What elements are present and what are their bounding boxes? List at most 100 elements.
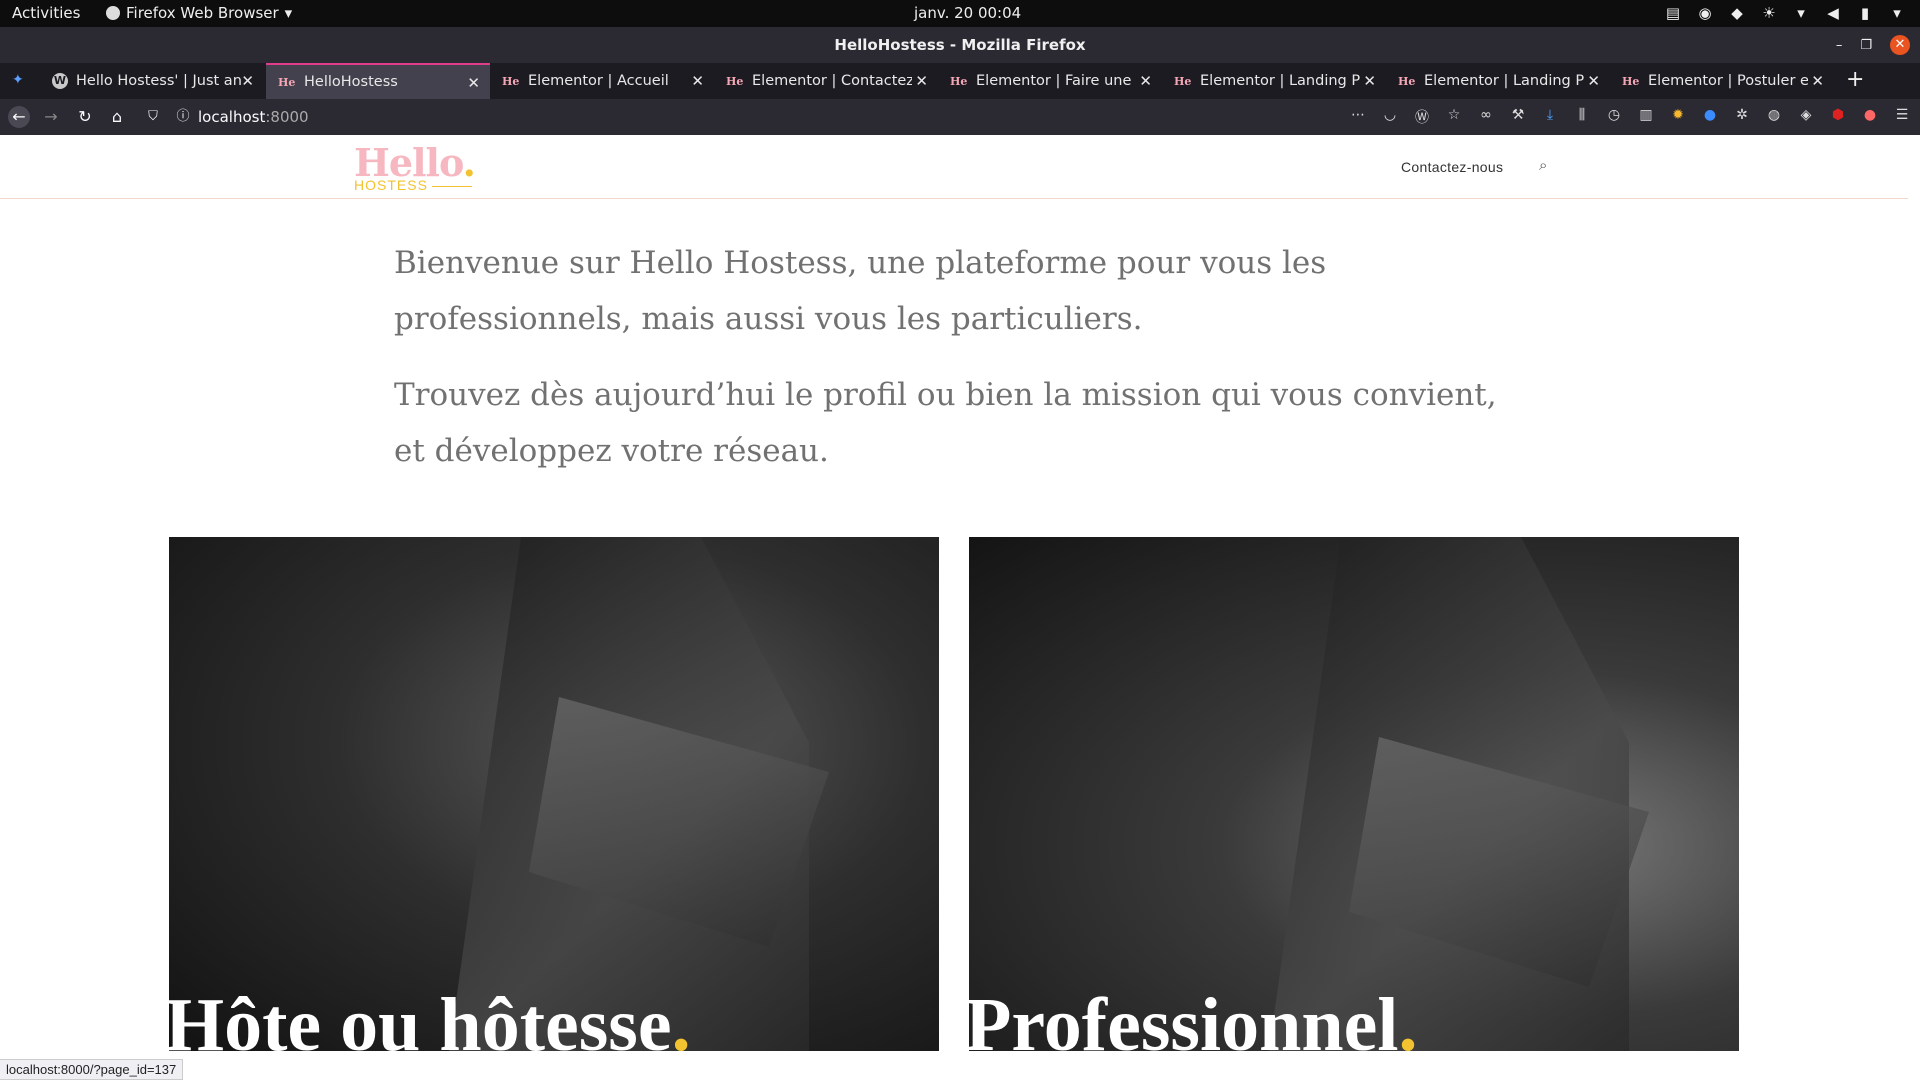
url-host: localhost — [198, 108, 266, 126]
history-icon[interactable]: ◷ — [1604, 107, 1624, 127]
close-icon[interactable]: ✕ — [1363, 72, 1376, 90]
tab-elementor-landing-1[interactable]: He Elementor | Landing Page ✕ — [1162, 63, 1386, 99]
tab-favicon: He — [278, 75, 296, 89]
extension-puzzle-icon[interactable]: ◈ — [1796, 107, 1816, 127]
minimize-icon[interactable]: – — [1836, 38, 1843, 53]
tab-label: Hello Hostess' | Just another — [76, 73, 241, 89]
tab-label: Elementor | Landing Page — [1200, 73, 1360, 89]
close-icon[interactable]: ✕ — [915, 72, 928, 90]
chevron-down-icon: ▾ — [284, 4, 293, 22]
library-icon[interactable]: ⫼ — [1572, 107, 1592, 127]
tab-label: Elementor | Contactez-nous — [752, 73, 912, 89]
extension-drop-icon[interactable]: ● — [1860, 107, 1880, 127]
battery-icon[interactable]: ▮ — [1856, 4, 1874, 22]
search-icon[interactable]: ⌕ — [1539, 156, 1547, 174]
link-status-bar: localhost:8000/?page_id=137 — [0, 1059, 184, 1080]
extension-sun-icon[interactable]: ✹ — [1668, 107, 1688, 127]
tab-favicon: He — [1622, 74, 1640, 88]
tab-favicon: He — [502, 74, 520, 88]
reload-icon[interactable]: ↻ — [74, 106, 96, 128]
window-title-bar: HelloHostess - Mozilla Firefox – ❐ ✕ — [0, 27, 1920, 63]
close-icon[interactable]: ✕ — [1139, 72, 1152, 90]
forward-arrow-icon[interactable]: → — [40, 106, 62, 128]
wordpress-icon: W — [52, 73, 68, 89]
restore-icon[interactable]: ❐ — [1860, 38, 1872, 53]
tab-hello-hostess-wp[interactable]: W Hello Hostess' | Just another ✕ — [40, 63, 264, 99]
toolbar-icons: ⋯ ◡ Ⓦ ☆ ∞ ⚒ ⤓ ⫼ ◷ ▥ ✹ ● ✲ ◍ ◈ ⬢ ● ☰ — [1348, 107, 1912, 127]
nav-link-contact[interactable]: Contactez-nous — [1401, 159, 1503, 175]
web-page: Hello. HOSTESS Contactez-nous ⌕ Bienvenu… — [0, 135, 1920, 1080]
site-header: Hello. HOSTESS Contactez-nous ⌕ — [0, 135, 1908, 199]
info-icon[interactable]: ⓘ — [172, 106, 194, 128]
shield-icon[interactable]: ⛉ — [142, 106, 164, 128]
system-top-bar: Activities Firefox Web Browser ▾ janv. 2… — [0, 0, 1920, 27]
back-arrow-icon[interactable]: ← — [8, 106, 30, 128]
volume-icon[interactable]: ◀ — [1824, 4, 1842, 22]
account-icon[interactable]: ◍ — [1764, 107, 1784, 127]
gear-icon[interactable]: ✲ — [1732, 107, 1752, 127]
activities-button[interactable]: Activities — [12, 4, 80, 22]
system-tray: ▤ ◉ ◆ ☀ ▾ ◀ ▮ ▾ — [1664, 4, 1906, 22]
tab-strip: ✦ W Hello Hostess' | Just another ✕ He H… — [0, 63, 1920, 99]
tab-label: Elementor | Postuler en tant — [1648, 73, 1808, 89]
tab-favicon: He — [950, 74, 968, 88]
wifi-icon[interactable]: ▾ — [1792, 4, 1810, 22]
bookmark-star-icon[interactable]: ☆ — [1444, 107, 1464, 127]
card-professional[interactable]: Professionnel. — [969, 537, 1739, 1051]
power-menu-icon[interactable]: ▾ — [1888, 4, 1906, 22]
tab-elementor-postuler[interactable]: He Elementor | Postuler en tant ✕ — [1610, 63, 1834, 99]
tab-label: Elementor | Landing Page — [1424, 73, 1584, 89]
card-title-professional: Professionnel — [969, 983, 1399, 1051]
tab-favicon: He — [726, 74, 744, 88]
close-icon[interactable]: ✕ — [241, 72, 254, 90]
more-actions-icon[interactable]: ⋯ — [1348, 107, 1368, 127]
clock[interactable]: janv. 20 00:04 — [914, 4, 1021, 22]
card-title-dot: . — [671, 983, 691, 1051]
logo-hostess: HOSTESS — [354, 177, 475, 193]
download-icon[interactable]: ⤓ — [1540, 107, 1560, 127]
card-title-dot: . — [1398, 983, 1418, 1051]
intro-text: Bienvenue sur Hello Hostess, une platefo… — [394, 235, 1524, 499]
clipboard-icon[interactable]: ▤ — [1664, 4, 1682, 22]
tab-label: Elementor | Accueil — [528, 73, 669, 89]
discord-icon[interactable]: ◉ — [1696, 4, 1714, 22]
card-host-hostess[interactable]: Hôte ou hôtesse. — [169, 537, 939, 1051]
site-logo[interactable]: Hello. HOSTESS — [354, 143, 476, 194]
url-input[interactable]: localhost:8000 — [198, 108, 309, 126]
wordpress-icon[interactable]: Ⓦ — [1412, 107, 1432, 127]
close-icon[interactable]: ✕ — [691, 72, 704, 90]
tab-elementor-demande[interactable]: He Elementor | Faire une demande ✕ — [938, 63, 1162, 99]
navigation-toolbar: ← → ↻ ⌂ ⛉ ⓘ localhost:8000 ⋯ ◡ Ⓦ ☆ ∞ ⚒ ⤓… — [0, 99, 1920, 135]
tab-label: HelloHostess — [304, 74, 398, 90]
app-menu[interactable]: Firefox Web Browser ▾ — [106, 4, 292, 22]
intro-paragraph-1: Bienvenue sur Hello Hostess, une platefo… — [394, 245, 1327, 337]
brightness-icon[interactable]: ☀ — [1760, 4, 1778, 22]
ublock-icon[interactable]: ⬢ — [1828, 107, 1848, 127]
firefox-view-icon[interactable]: ✦ — [12, 72, 34, 90]
tab-label: Elementor | Faire une demande — [976, 73, 1136, 89]
mask-icon[interactable]: ∞ — [1476, 107, 1496, 127]
tab-hellohostess[interactable]: He HelloHostess ✕ — [266, 63, 490, 99]
tab-favicon: He — [1174, 74, 1192, 88]
color-app-icon[interactable]: ◆ — [1728, 4, 1746, 22]
tab-elementor-accueil[interactable]: He Elementor | Accueil ✕ — [490, 63, 714, 99]
home-icon[interactable]: ⌂ — [106, 106, 128, 128]
tab-elementor-landing-2[interactable]: He Elementor | Landing Page ✕ — [1386, 63, 1610, 99]
firefox-icon — [106, 6, 120, 20]
close-icon[interactable]: ✕ — [1811, 72, 1824, 90]
close-icon[interactable]: ✕ — [467, 74, 480, 92]
close-window-button[interactable]: ✕ — [1890, 35, 1910, 55]
intro-paragraph-2: Trouvez dès aujourd’hui le profil ou bie… — [394, 377, 1497, 469]
messenger-icon[interactable]: ● — [1700, 107, 1720, 127]
tab-elementor-contact[interactable]: He Elementor | Contactez-nous ✕ — [714, 63, 938, 99]
menu-hamburger-icon[interactable]: ☰ — [1892, 107, 1912, 127]
wrench-icon[interactable]: ⚒ — [1508, 107, 1528, 127]
app-menu-label: Firefox Web Browser — [126, 4, 279, 22]
tab-favicon: He — [1398, 74, 1416, 88]
sidebar-icon[interactable]: ▥ — [1636, 107, 1656, 127]
url-port: :8000 — [265, 108, 309, 126]
pocket-icon[interactable]: ◡ — [1380, 107, 1400, 127]
card-title-host: Hôte ou hôtesse — [169, 983, 672, 1051]
close-icon[interactable]: ✕ — [1587, 72, 1600, 90]
new-tab-plus-icon[interactable]: + — [1846, 67, 1864, 92]
